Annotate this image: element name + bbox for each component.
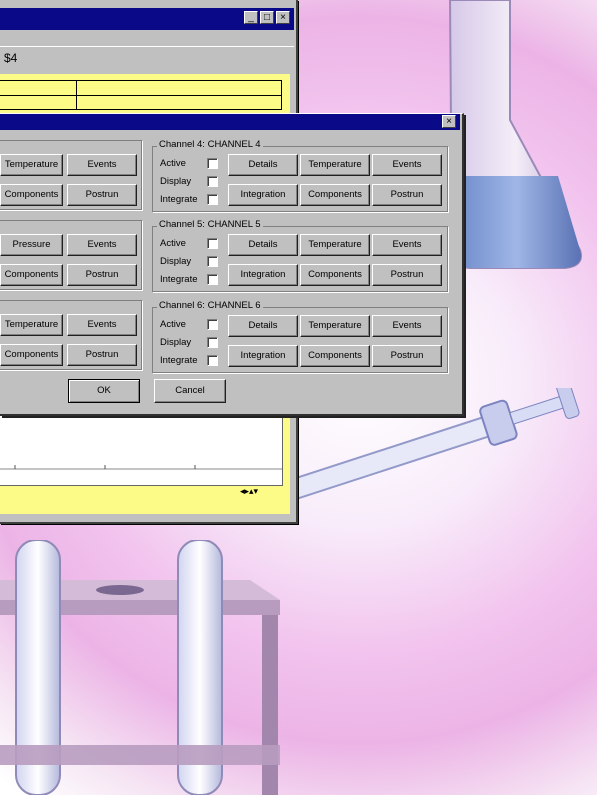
integrate-checkbox[interactable] bbox=[207, 355, 218, 366]
ok-button[interactable]: OK bbox=[68, 379, 140, 403]
components-button[interactable]: Components bbox=[0, 184, 63, 206]
temperature-button[interactable]: Temperature bbox=[0, 314, 63, 336]
components-button[interactable]: Components bbox=[0, 344, 63, 366]
postrun-button[interactable]: Postrun bbox=[372, 184, 442, 206]
components-button[interactable]: Components bbox=[300, 345, 370, 367]
events-button[interactable]: Events bbox=[67, 154, 137, 176]
temperature-button[interactable]: Temperature bbox=[0, 154, 63, 176]
postrun-button[interactable]: Postrun bbox=[372, 345, 442, 367]
integrate-checkbox[interactable] bbox=[207, 194, 218, 205]
integration-button[interactable]: Integration bbox=[228, 264, 298, 286]
chart-axis bbox=[0, 465, 282, 470]
toolbar-tool-icon[interactable]: $4 bbox=[4, 51, 17, 65]
details-button[interactable]: Details bbox=[228, 154, 298, 176]
events-button[interactable]: Events bbox=[67, 314, 137, 336]
temperature-button[interactable]: Temperature bbox=[300, 234, 370, 256]
pressure-button[interactable]: Pressure bbox=[0, 234, 63, 256]
nav-arrows-icon[interactable]: ◂▸▴▾ bbox=[240, 486, 258, 497]
integration-button[interactable]: Integration bbox=[228, 345, 298, 367]
toolbar: $4 bbox=[0, 46, 294, 71]
display-checkbox[interactable] bbox=[207, 256, 218, 267]
postrun-button[interactable]: Postrun bbox=[67, 264, 137, 286]
components-button[interactable]: Components bbox=[300, 184, 370, 206]
active-label: Active bbox=[160, 319, 186, 330]
events-button[interactable]: Events bbox=[67, 234, 137, 256]
events-button[interactable]: Events bbox=[372, 154, 442, 176]
temperature-button[interactable]: Temperature bbox=[300, 315, 370, 337]
cancel-button[interactable]: Cancel bbox=[154, 379, 226, 403]
postrun-button[interactable]: Postrun bbox=[67, 184, 137, 206]
active-label: Active bbox=[160, 158, 186, 169]
channel-5-label: Channel 5: CHANNEL 5 bbox=[157, 219, 263, 230]
postrun-button[interactable]: Postrun bbox=[372, 264, 442, 286]
channel-6-label: Channel 6: CHANNEL 6 bbox=[157, 300, 263, 311]
window-titlebar: _ □ × bbox=[0, 8, 294, 30]
components-button[interactable]: Components bbox=[0, 264, 63, 286]
integrate-label: Integrate bbox=[160, 274, 198, 285]
chart-panel bbox=[0, 404, 283, 486]
temperature-button[interactable]: Temperature bbox=[300, 154, 370, 176]
details-button[interactable]: Details bbox=[228, 234, 298, 256]
components-button[interactable]: Components bbox=[300, 264, 370, 286]
active-checkbox[interactable] bbox=[207, 319, 218, 330]
display-label: Display bbox=[160, 337, 192, 348]
close-button[interactable]: × bbox=[276, 11, 290, 24]
display-label: Display bbox=[160, 256, 192, 267]
integrate-checkbox[interactable] bbox=[207, 274, 218, 285]
test-tube-rack-illustration bbox=[0, 540, 280, 795]
channel-4-label: Channel 4: CHANNEL 4 bbox=[157, 139, 263, 150]
display-checkbox[interactable] bbox=[207, 176, 218, 187]
header-grid bbox=[0, 80, 282, 110]
active-checkbox[interactable] bbox=[207, 238, 218, 249]
integrate-label: Integrate bbox=[160, 194, 198, 205]
postrun-button[interactable]: Postrun bbox=[67, 344, 137, 366]
dialog-titlebar: × bbox=[0, 114, 460, 130]
channel-settings-dialog: × Temperature Events Components Postrun … bbox=[0, 113, 464, 416]
details-button[interactable]: Details bbox=[228, 315, 298, 337]
active-label: Active bbox=[160, 238, 186, 249]
integration-button[interactable]: Integration bbox=[228, 184, 298, 206]
events-button[interactable]: Events bbox=[372, 234, 442, 256]
events-button[interactable]: Events bbox=[372, 315, 442, 337]
integrate-label: Integrate bbox=[160, 355, 198, 366]
minimize-button[interactable]: _ bbox=[244, 11, 258, 24]
maximize-button[interactable]: □ bbox=[260, 11, 274, 24]
active-checkbox[interactable] bbox=[207, 158, 218, 169]
display-label: Display bbox=[160, 176, 192, 187]
display-checkbox[interactable] bbox=[207, 337, 218, 348]
dialog-close-button[interactable]: × bbox=[442, 115, 456, 128]
